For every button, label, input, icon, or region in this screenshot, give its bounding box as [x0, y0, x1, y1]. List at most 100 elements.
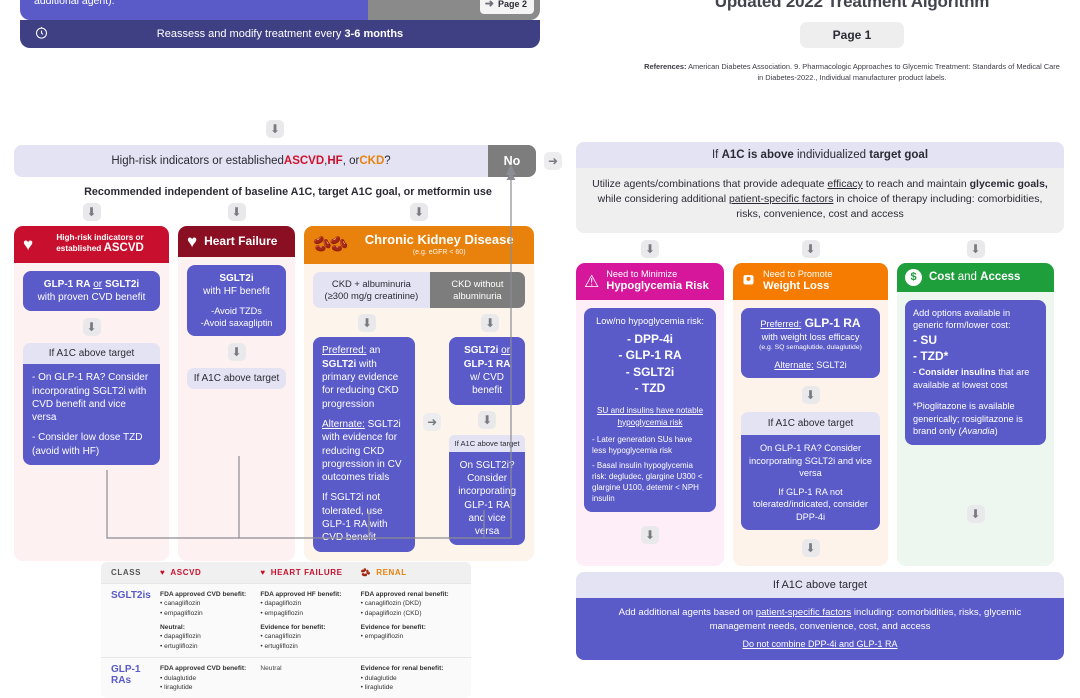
- cost-item-insulins: - Consider insulins that are available a…: [913, 367, 1030, 390]
- dollar-icon: $: [905, 268, 922, 286]
- ckd-preferred-box: Preferred: an SGLT2i with primary eviden…: [313, 337, 416, 552]
- right-panel-subtext: Utilize agents/combinations that provide…: [576, 168, 1064, 233]
- kidneys-icon: 🫘: [360, 568, 372, 577]
- warning-icon: ⚠: [584, 271, 600, 291]
- ckd-alternate-p: Alternate: SGLT2i with evidence for redu…: [322, 418, 402, 484]
- arrow-down-icon: ⬇: [82, 203, 101, 221]
- weight-secondary-box: On GLP-1 RA? Consider incorporating SGLT…: [741, 435, 880, 531]
- patient-specific-factors-link[interactable]: patient-specific factors: [729, 193, 833, 205]
- ascvd-header-title: High-risk indicators or established ASCV…: [56, 233, 144, 255]
- ckd-right-secondary-box: On SGLT2i? Consider incorporating GLP-1 …: [449, 451, 525, 546]
- weight-preferred: Preferred: GLP-1 RA: [760, 315, 861, 330]
- table-header-row: CLASS ♥ ASCVD ♥ HEART FAILURE 🫘 RENAL: [101, 562, 471, 583]
- arrow-down-icon: ⬇: [641, 525, 659, 544]
- table-cell-renal: Evidence for renal benefit: • dulaglutid…: [360, 665, 444, 691]
- final-recommendation: If A1C above target Add additional agent…: [576, 572, 1064, 661]
- page-2-link[interactable]: ➜ Page 2: [479, 0, 534, 15]
- hypoglycemia-column: ⚠ Need to Minimize Hypoglycemia Risk Low…: [576, 262, 724, 567]
- weight-box2-p2: If GLP-1 RA not tolerated/indicated, con…: [753, 486, 868, 522]
- high-risk-question-text: High-risk indicators or established ASCV…: [111, 155, 391, 167]
- ckd-no-albuminuria-branch: SGLT2i or GLP-1 RA w/ CVD benefit ⬇ If A…: [449, 337, 525, 546]
- table-cell-ascvd: FDA approved CVD benefit: • dulaglutide …: [160, 665, 247, 691]
- hypo-drug: - DPP-4i: [626, 332, 673, 347]
- cost-access-column: $ Cost and Access Add options available …: [897, 262, 1054, 567]
- weight-a1c-label: If A1C above target: [741, 412, 880, 436]
- final-text: Add additional agents based on patient-s…: [576, 598, 1064, 661]
- right-panel: If A1C is above individualized target go…: [576, 142, 1064, 661]
- ckd-cross-arrow: ➜: [423, 337, 442, 507]
- evidence-table: CLASS ♥ ASCVD ♥ HEART FAILURE 🫘 RENAL SGLT2…: [101, 562, 471, 698]
- weight-header-title: Need to Promote Weight Loss: [763, 268, 833, 292]
- arrow-down-icon: ⬇: [801, 239, 820, 258]
- arrow-down-icon: ⬇: [227, 343, 246, 362]
- arrow-down-icon: ⬇: [966, 504, 985, 523]
- table-cell-hf: Neutral: [260, 665, 282, 673]
- efficacy-link[interactable]: efficacy: [827, 178, 862, 190]
- heart-failure-column: ♥ Heart Failure SGLT2i with HF benefit -…: [178, 226, 295, 561]
- hf-avoid-saxagliptin: -Avoid saxagliptin: [200, 317, 273, 328]
- final-patient-factors-link[interactable]: patient-specific factors: [756, 607, 851, 618]
- ckd-right-a1c-label: If A1C above target: [449, 434, 525, 452]
- kidneys-icon: 🫘🫘: [313, 236, 348, 254]
- table-row-class: SGLT2is: [111, 590, 151, 601]
- heart-icon: ♥: [187, 232, 198, 251]
- hypo-intro: Low/no hypoglycemia risk:: [596, 315, 704, 326]
- hf-avoid-tzd: -Avoid TZDs: [211, 305, 262, 316]
- hf-a1c-label: If A1C above target: [187, 368, 286, 390]
- arrow-right-icon: ➜: [484, 0, 494, 10]
- hypo-drug: - TZD: [634, 381, 666, 396]
- a1c-above-text: A1C is above: [721, 149, 794, 161]
- ascvd-keyword: ASCVD: [283, 155, 325, 167]
- cost-item-su: - SU: [913, 332, 937, 347]
- table-cell-renal: FDA approved renal benefit: • canagliflo…: [360, 591, 449, 641]
- final-a1c-label: If A1C above target: [576, 572, 1064, 599]
- reassess-bar: Reassess and modify treatment every 3-6 …: [20, 20, 540, 49]
- weight-pref-examples: (e.g. SQ semaglutide, dulaglutide): [759, 344, 862, 352]
- ascvd-secondary-box: - On GLP-1 RA? Consider incorporating SG…: [23, 364, 160, 466]
- arrow-down-icon: ⬇: [966, 239, 985, 258]
- arrow-down-icon: ⬇: [801, 539, 820, 558]
- hf-keyword: HF: [327, 155, 343, 167]
- table-row: GLP-1 RAs FDA approved CVD benefit: • du…: [101, 657, 471, 698]
- hypo-drug: - GLP-1 RA: [618, 348, 682, 363]
- cost-column-body: Add options available in generic form/lo…: [897, 292, 1054, 532]
- table-header-hf: ♥ HEART FAILURE: [260, 568, 343, 577]
- hypo-drug: - SGLT2i: [625, 364, 675, 379]
- ckd-column-header: 🫘🫘 Chronic Kidney Disease (e.g. eGFR < 6…: [304, 226, 534, 264]
- weight-box2-p1: On GLP-1 RA? Consider incorporating SGLT…: [749, 443, 872, 479]
- ascvd-primary-box: GLP-1 RA or SGLT2i with proven CVD benef…: [23, 270, 160, 312]
- ckd-header-sub: (e.g. eGFR < 60): [412, 248, 466, 256]
- ckd-keyword: CKD: [359, 155, 385, 167]
- final-note: Do not combine DPP-4i and GLP-1 RA: [742, 639, 898, 650]
- high-risk-question-row: High-risk indicators or established ASCV…: [14, 145, 536, 177]
- ckd-preferred-p: Preferred: an SGLT2i with primary eviden…: [322, 345, 399, 410]
- arrow-down-icon: ⬇: [478, 410, 497, 429]
- table-row-class: GLP-1 RAs: [111, 664, 141, 687]
- heart-icon: ♥: [160, 568, 166, 577]
- left-panel: ⬇ High-risk indicators or established AS…: [14, 120, 562, 561]
- top-block-body: risks, comorbidities, cost, and access. …: [20, 0, 540, 21]
- table-header-renal: 🫘 RENAL: [360, 568, 407, 577]
- ckd-albuminuria-label: CKD + albuminuria (≥300 mg/g creatinine): [313, 271, 430, 309]
- weight-column-body: Preferred: GLP-1 RA with weight loss eff…: [733, 300, 888, 567]
- ascvd-column-header: ♥ High-risk indicators or established AS…: [14, 226, 169, 263]
- page-title: Updated 2022 Treatment Algorithm: [714, 0, 990, 11]
- arrow-right-icon: ➜: [423, 413, 442, 432]
- ascvd-box2-p2: - Consider low dose TZD (avoid with HF): [32, 432, 143, 457]
- arrow-down-icon: ⬇: [801, 386, 820, 405]
- arrow-right-to-right-panel-icon: ➜: [544, 151, 562, 170]
- weight-column-header: Need to Promote Weight Loss: [733, 262, 888, 300]
- heart-icon: ♥: [23, 234, 34, 254]
- top-purple-line2: Consider combination pharmacotherapyat i…: [34, 0, 356, 8]
- scale-icon: [741, 272, 756, 290]
- weight-alternate: Alternate: SGLT2i: [774, 359, 847, 370]
- hypoglycemia-column-header: ⚠ Need to Minimize Hypoglycemia Risk: [576, 262, 724, 300]
- ckd-split-labels: CKD + albuminuria (≥300 mg/g creatinine)…: [313, 271, 525, 309]
- hypo-note2: - Basal insulin hypoglycemia risk: deglu…: [592, 461, 703, 504]
- ascvd-a1c-label: If A1C above target: [23, 343, 160, 365]
- references-text: American Diabetes Association. 9. Pharma…: [686, 62, 1060, 82]
- hf-column-header: ♥ Heart Failure: [178, 226, 295, 257]
- cost-box: Add options available in generic form/lo…: [905, 299, 1046, 445]
- table-cell-ascvd: FDA approved CVD benefit: • canagliflozi…: [160, 591, 247, 650]
- references-label: References:: [644, 62, 687, 71]
